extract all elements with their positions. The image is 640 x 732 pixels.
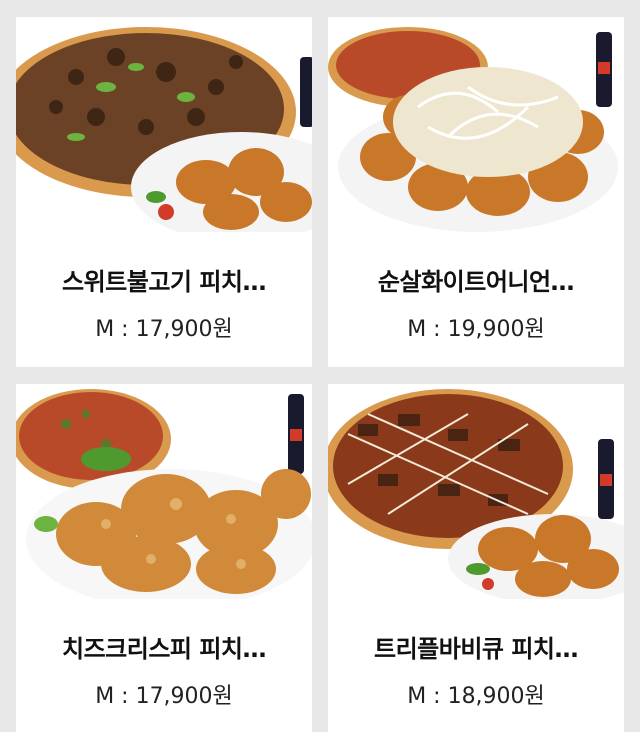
boneless-chicken-onion-image: [328, 17, 624, 232]
pizza-chicken-combo-image: [16, 17, 312, 232]
menu-card-sweet-bulgogi[interactable]: 스위트불고기 피치… M : 17,900원: [16, 17, 312, 367]
menu-item-price: M : 17,900원: [95, 317, 233, 342]
menu-card-white-onion[interactable]: 순살화이트어니언… M : 19,900원: [328, 17, 624, 367]
bbq-pizza-chicken-image: [328, 384, 624, 599]
menu-item-name: 순살화이트어니언…: [377, 268, 575, 296]
menu-grid: 스위트불고기 피치… M : 17,900원 순살화이트어니언… M: 19,…: [0, 0, 640, 732]
menu-item-name: 트리플바비큐 피치…: [374, 635, 579, 663]
menu-card-cheese-crispy[interactable]: 치즈크리스피 피치… M : 17,900원: [16, 384, 312, 732]
crispy-chicken-pizza-image: [16, 384, 312, 599]
menu-item-price: M : 19,900원: [407, 317, 545, 342]
menu-item-name: 스위트불고기 피치…: [62, 268, 267, 296]
menu-item-price: M : 18,900원: [407, 684, 545, 709]
menu-card-triple-bbq[interactable]: 트리플바비큐 피치… M : 18,900원: [328, 384, 624, 732]
menu-item-name: 치즈크리스피 피치…: [62, 635, 267, 663]
menu-item-price: M : 17,900원: [95, 684, 233, 709]
